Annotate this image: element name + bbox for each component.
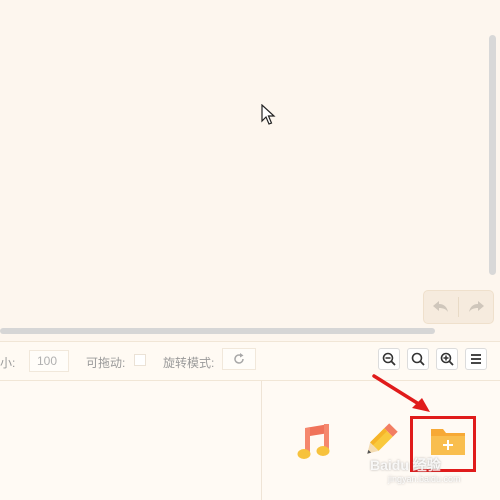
zoom-in-button[interactable] xyxy=(436,348,458,370)
watermark-url: jingyan.baidu.com xyxy=(388,474,461,484)
draggable-checkbox[interactable] xyxy=(134,354,146,366)
mouse-cursor-icon xyxy=(261,104,276,125)
menu-icon xyxy=(471,354,481,364)
draggable-label: 可拖动: xyxy=(86,356,126,370)
undo-icon xyxy=(433,301,448,312)
zoom-out-icon xyxy=(382,352,396,366)
vertical-scrollbar[interactable] xyxy=(489,35,496,275)
zoom-out-button[interactable] xyxy=(378,348,400,370)
panel-divider xyxy=(261,381,262,500)
menu-button[interactable] xyxy=(465,348,487,370)
watermark-brand: Baidu 经验 xyxy=(370,457,441,473)
size-label: 大小: xyxy=(0,356,16,370)
rotate-mode-label: 旋转模式: xyxy=(163,356,215,370)
redo-icon xyxy=(469,301,484,312)
rotate-icon xyxy=(234,353,244,364)
rotate-mode-toggle[interactable] xyxy=(222,348,256,370)
music-icon xyxy=(297,424,330,459)
zoom-reset-icon xyxy=(411,352,425,366)
red-arrow-annotation xyxy=(372,374,430,412)
zoom-in-icon xyxy=(440,352,454,366)
size-input[interactable]: 100 xyxy=(29,350,69,372)
music-tool-button[interactable] xyxy=(296,422,334,462)
undo-redo-group xyxy=(423,290,494,324)
zoom-reset-button[interactable] xyxy=(407,348,429,370)
horizontal-scrollbar[interactable] xyxy=(0,328,435,334)
undo-button[interactable] xyxy=(424,291,458,323)
drawing-canvas[interactable] xyxy=(0,0,500,335)
redo-button[interactable] xyxy=(459,291,493,323)
